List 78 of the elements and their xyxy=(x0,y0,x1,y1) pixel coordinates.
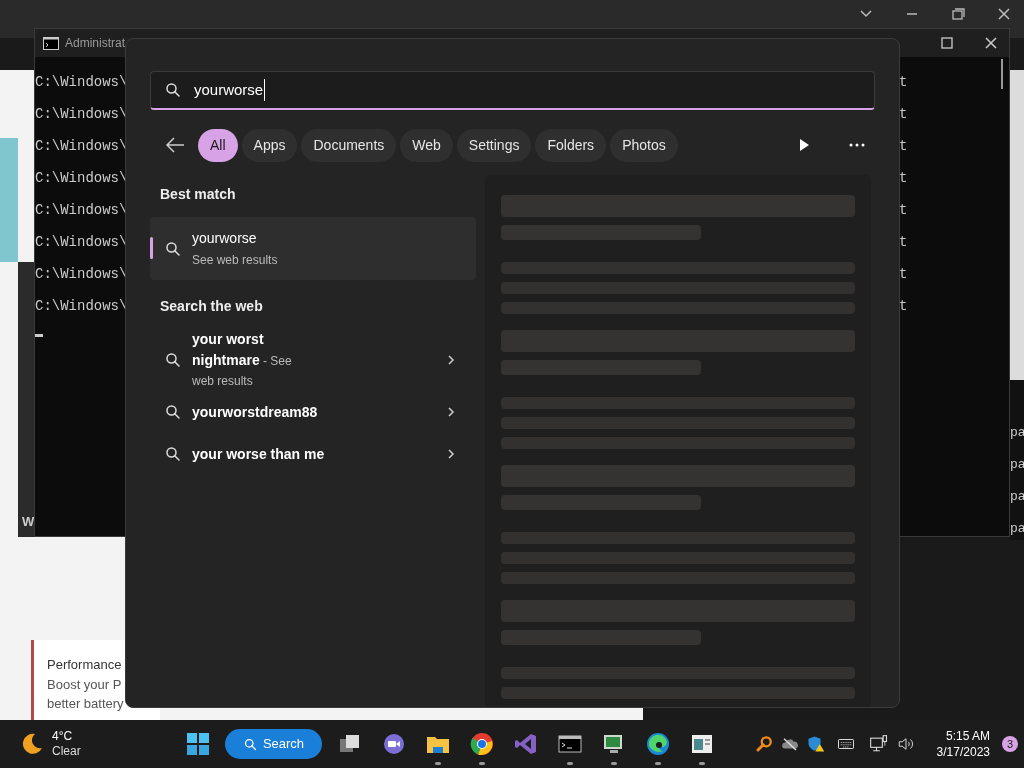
console-text: t xyxy=(899,297,908,316)
section-heading: Search the web xyxy=(159,297,264,316)
console-text: t xyxy=(899,73,908,92)
search-field[interactable]: yourworse xyxy=(150,71,875,110)
ribbon-icon xyxy=(514,732,538,756)
console-text: C:\Windows\ xyxy=(35,265,128,284)
weather-text: Clear xyxy=(52,744,81,759)
clock[interactable]: 5:15 AM 3/17/2023 xyxy=(936,728,990,760)
video-chat-icon xyxy=(382,732,406,756)
filter-tab[interactable]: Settings xyxy=(456,128,532,162)
filter-tab[interactable]: Documents xyxy=(301,128,397,162)
console-text: t xyxy=(899,105,908,124)
result-subtitle: See web results xyxy=(192,252,278,269)
console-text: C:\Windows\ xyxy=(35,137,128,156)
web-result[interactable]: yourworstdream88 xyxy=(150,391,476,433)
search-icon xyxy=(164,445,182,463)
search-icon xyxy=(164,351,182,369)
console-text: C:\Windows\ xyxy=(35,297,128,316)
card-text: Boost your P xyxy=(47,675,123,694)
console-text: t xyxy=(899,233,908,252)
swirl-icon xyxy=(646,732,670,756)
search-icon xyxy=(164,403,182,421)
section-heading: Best match xyxy=(159,185,237,204)
search-icon xyxy=(242,736,258,752)
search-icon xyxy=(164,81,182,99)
search-icon xyxy=(164,239,182,258)
console-text: t xyxy=(899,265,908,284)
console-text: C:\Windows\ xyxy=(35,233,128,252)
filter-tab[interactable]: Photos xyxy=(610,128,678,162)
console-text: t xyxy=(899,169,908,188)
result-title: yourworse xyxy=(192,229,258,248)
filter-tab[interactable]: Apps xyxy=(241,128,298,162)
chevron-right-icon xyxy=(446,354,456,366)
chevron-right-icon xyxy=(446,406,456,418)
web-result[interactable]: your worst nightmare - See web results xyxy=(150,329,476,391)
filter-tab[interactable]: Folders xyxy=(535,128,607,162)
window-icon xyxy=(690,732,714,756)
console-text: C:\Windows\ xyxy=(35,201,128,220)
window-text: W xyxy=(22,512,36,531)
console-text: C:\Windows\ xyxy=(35,105,128,124)
search-button[interactable]: Search xyxy=(225,729,322,759)
date-text: 3/17/2023 xyxy=(936,744,990,760)
cloud-off-icon[interactable] xyxy=(780,735,799,753)
volume-icon[interactable] xyxy=(896,735,915,753)
result-text: your worst nightmare - See web results xyxy=(192,330,293,390)
console-text: C:\Windows\ xyxy=(35,169,128,188)
terminal-icon xyxy=(43,36,59,50)
card-title: Performance xyxy=(47,656,123,674)
weather-widget[interactable]: 4°C Clear xyxy=(20,729,180,759)
moon-icon xyxy=(20,732,44,756)
network-icon[interactable] xyxy=(868,734,889,754)
chevron-right-icon xyxy=(446,448,456,460)
time-text: 5:15 AM xyxy=(945,728,990,744)
window-title: Administrat xyxy=(65,35,126,52)
more-icon[interactable] xyxy=(849,142,865,148)
selection-indicator xyxy=(150,237,153,259)
terminal-icon xyxy=(558,732,582,756)
card-text: better battery xyxy=(47,694,125,713)
result-text: yourworstdream88 xyxy=(192,402,319,422)
notification-badge[interactable]: 3 xyxy=(1002,736,1018,752)
console-text: t xyxy=(899,201,908,220)
filter-tab[interactable]: Web xyxy=(400,128,453,162)
web-result[interactable]: your worse than me xyxy=(150,433,476,475)
windows-logo-icon[interactable] xyxy=(186,732,210,756)
shield-warning-icon[interactable] xyxy=(806,735,825,753)
scrollbar-thumb[interactable] xyxy=(1001,59,1003,89)
temperature-text: 4°C xyxy=(52,729,74,744)
best-match-item[interactable]: yourworse See web results xyxy=(150,217,476,280)
browser-icon xyxy=(470,732,494,756)
play-icon[interactable] xyxy=(797,138,811,152)
console-text: C:\Windows\ xyxy=(35,73,128,92)
result-text: your worse than me xyxy=(192,444,326,464)
text-cursor xyxy=(35,334,43,337)
search-text: yourworse xyxy=(194,78,266,102)
console-text: t xyxy=(899,137,908,156)
back-arrow-icon[interactable] xyxy=(164,135,186,155)
filter-tab[interactable]: All xyxy=(198,128,238,162)
magnifier-icon[interactable] xyxy=(754,735,773,753)
